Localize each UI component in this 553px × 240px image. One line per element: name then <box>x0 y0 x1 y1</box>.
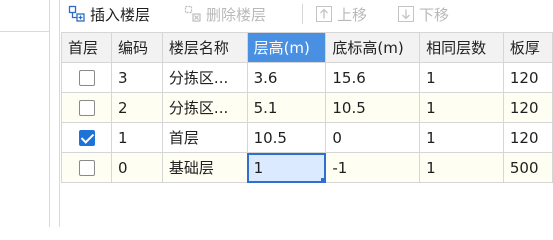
floor-height-cell[interactable]: 5.1 <box>246 92 327 123</box>
col-header-base-elevation[interactable]: 底标高(m) <box>325 32 421 63</box>
delete-floor-button[interactable]: 删除楼层 <box>184 3 266 25</box>
first-floor-cell[interactable] <box>61 152 112 183</box>
insert-floor-icon <box>68 5 85 22</box>
same-floor-count-cell[interactable]: 1 <box>419 92 504 123</box>
floor-name-cell[interactable]: 基础层 <box>161 152 248 183</box>
first-floor-cell[interactable] <box>61 122 112 153</box>
code-cell[interactable]: 3 <box>111 62 163 93</box>
first-floor-cell[interactable] <box>61 92 112 123</box>
arrow-up-icon <box>316 6 332 22</box>
same-floor-count-cell[interactable]: 1 <box>419 122 504 153</box>
col-header-floor-name[interactable]: 楼层名称 <box>161 32 248 63</box>
move-down-label: 下移 <box>419 5 450 24</box>
base-elevation-cell[interactable]: 0 <box>325 122 421 153</box>
floor-name-cell[interactable]: 分拣区... <box>161 92 248 123</box>
floor-name-cell[interactable]: 首层 <box>161 122 248 153</box>
insert-floor-label: 插入楼层 <box>90 5 151 24</box>
same-floor-count-cell[interactable]: 1 <box>419 152 504 183</box>
same-floor-count-cell[interactable]: 1 <box>419 62 504 93</box>
table-header-row: 首层 编码 楼层名称 层高(m) 底标高(m) 相同层数 板厚 <box>61 32 553 63</box>
move-up-label: 上移 <box>337 5 368 24</box>
delete-floor-icon <box>184 5 201 22</box>
delete-floor-label: 删除楼层 <box>206 5 267 24</box>
first-floor-checkbox[interactable] <box>78 100 95 116</box>
insert-floor-button[interactable]: 插入楼层 <box>68 3 150 25</box>
table-row[interactable]: 1 首层 10.5 0 1 120 <box>61 122 553 153</box>
slab-thickness-cell[interactable]: 120 <box>502 92 553 123</box>
first-floor-cell[interactable] <box>61 62 112 93</box>
first-floor-checkbox[interactable] <box>78 70 95 86</box>
code-cell[interactable]: 0 <box>111 152 163 183</box>
move-up-button[interactable]: 上移 <box>315 3 367 25</box>
move-down-button[interactable]: 下移 <box>397 3 449 25</box>
col-header-code[interactable]: 编码 <box>111 32 163 63</box>
table-row[interactable]: 3 分拣区... 3.6 15.6 1 120 <box>61 62 553 93</box>
base-elevation-cell[interactable]: 15.6 <box>325 62 421 93</box>
table-row[interactable]: 0 基础层 1 -1 1 500 <box>61 152 553 183</box>
toolbar-separator <box>302 4 303 24</box>
col-header-slab-thickness[interactable]: 板厚 <box>502 32 553 63</box>
first-floor-checkbox[interactable] <box>78 160 95 176</box>
code-cell[interactable]: 1 <box>111 122 163 153</box>
floor-height-cell[interactable]: 3.6 <box>246 62 327 93</box>
floor-table: 首层 编码 楼层名称 层高(m) 底标高(m) 相同层数 板厚 3 分拣区... 3… <box>61 32 553 183</box>
floor-name-cell[interactable]: 分拣区... <box>161 62 248 93</box>
table-row[interactable]: 2 分拣区... 5.1 10.5 1 120 <box>61 92 553 123</box>
floor-settings-panel: 插入楼层 删除楼层 上移 下移 首层 编码 楼层名称 层高(m) 底标高(m) … <box>59 0 553 227</box>
left-panel <box>0 0 50 227</box>
floor-height-cell[interactable]: 1 <box>246 152 327 183</box>
col-header-same-floor-count[interactable]: 相同层数 <box>419 32 504 63</box>
slab-thickness-cell[interactable]: 120 <box>502 122 553 153</box>
col-header-first-floor[interactable]: 首层 <box>61 32 112 63</box>
left-panel-divider <box>0 31 49 32</box>
first-floor-checkbox[interactable] <box>78 130 95 146</box>
code-cell[interactable]: 2 <box>111 92 163 123</box>
col-header-floor-height[interactable]: 层高(m) <box>246 32 327 63</box>
arrow-down-icon <box>398 6 414 22</box>
slab-thickness-cell[interactable]: 120 <box>502 62 553 93</box>
base-elevation-cell[interactable]: -1 <box>325 152 421 183</box>
floor-height-cell[interactable]: 10.5 <box>246 122 327 153</box>
toolbar: 插入楼层 删除楼层 上移 下移 <box>60 0 553 32</box>
base-elevation-cell[interactable]: 10.5 <box>325 92 421 123</box>
slab-thickness-cell[interactable]: 500 <box>502 152 553 183</box>
